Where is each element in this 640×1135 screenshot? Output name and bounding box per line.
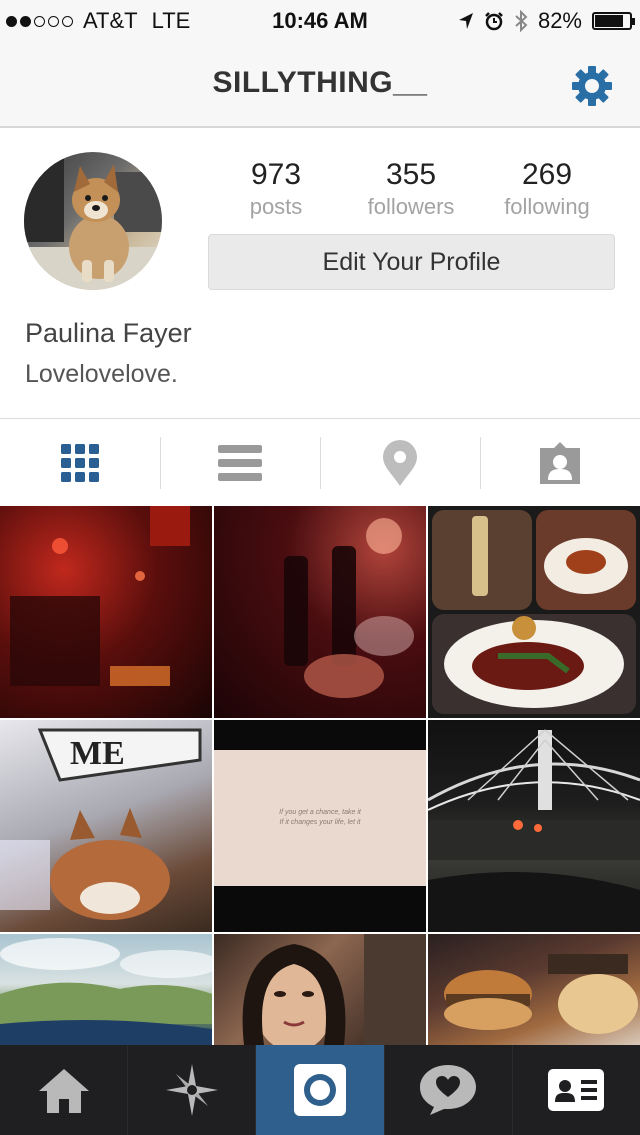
puppy-photo	[24, 152, 162, 290]
battery-percent: 82%	[537, 8, 582, 33]
following-label: following	[504, 194, 590, 219]
photo-6[interactable]	[428, 720, 640, 932]
svg-text:ME: ME	[70, 735, 125, 772]
home-icon	[38, 1069, 89, 1113]
followers-label: followers	[367, 194, 455, 219]
photo-3[interactable]	[428, 506, 640, 718]
location-arrow-icon	[458, 13, 473, 29]
full-name: Paulina Fayer	[25, 318, 192, 348]
grid-icon	[61, 443, 99, 482]
avatar[interactable]	[24, 152, 162, 290]
tab-grid-view[interactable]	[0, 419, 160, 506]
following-stat[interactable]: 269 following	[477, 158, 617, 220]
tab-list-view[interactable]	[160, 419, 320, 506]
bio: Lovelovelove.	[25, 360, 178, 388]
tab-profile[interactable]	[511, 1045, 640, 1135]
photo-1[interactable]	[0, 506, 212, 718]
camera-icon	[294, 1064, 346, 1116]
followers-stat[interactable]: 355 followers	[341, 158, 481, 220]
quote-card: If you get a chance, take it If it chang…	[214, 750, 426, 886]
photo-2[interactable]	[214, 506, 426, 718]
posts-stat[interactable]: 973 posts	[206, 158, 346, 220]
tab-map-view[interactable]	[320, 419, 480, 506]
quote-line-1: If you get a chance, take it	[279, 809, 361, 816]
quote-line-2: If it changes your life, let it	[279, 819, 361, 826]
gear-icon[interactable]	[568, 62, 616, 110]
tab-activity[interactable]	[383, 1045, 512, 1135]
tagged-photos-icon	[540, 441, 580, 484]
photo-5[interactable]: If you get a chance, take it If it chang…	[214, 720, 426, 932]
status-icons: 82%	[458, 8, 635, 34]
tab-explore[interactable]	[127, 1045, 255, 1135]
photo-4[interactable]: ME	[0, 720, 212, 932]
map-pin-icon	[383, 439, 417, 486]
tab-camera[interactable]	[255, 1045, 384, 1135]
explore-icon	[165, 1064, 218, 1116]
bottom-tab-bar	[0, 1045, 640, 1135]
username-title: SILLYTHING__	[212, 66, 428, 99]
photo-grid: ME If you get a chance, take it If it ch…	[0, 506, 640, 1045]
posts-label: posts	[249, 194, 303, 219]
followers-count: 355	[385, 158, 437, 191]
profile-card-icon	[548, 1069, 605, 1111]
tab-tagged-photos[interactable]	[480, 419, 640, 506]
battery-icon	[592, 12, 635, 30]
navigation-bar: SILLYTHING__	[0, 40, 640, 128]
profile-view-tabs	[0, 418, 640, 506]
photo-8[interactable]	[214, 934, 426, 1045]
status-bar: AT&T LTE 10:46 AM 82%	[0, 0, 640, 40]
tab-home[interactable]	[0, 1045, 127, 1135]
activity-icon	[420, 1065, 477, 1115]
alarm-icon	[485, 12, 503, 31]
photo-7[interactable]	[0, 934, 212, 1045]
edit-profile-button[interactable]: Edit Your Profile	[208, 234, 615, 290]
list-icon	[218, 444, 262, 481]
following-count: 269	[521, 158, 573, 191]
bluetooth-icon	[515, 10, 528, 32]
posts-count: 973	[250, 158, 302, 191]
photo-9[interactable]	[428, 934, 640, 1045]
